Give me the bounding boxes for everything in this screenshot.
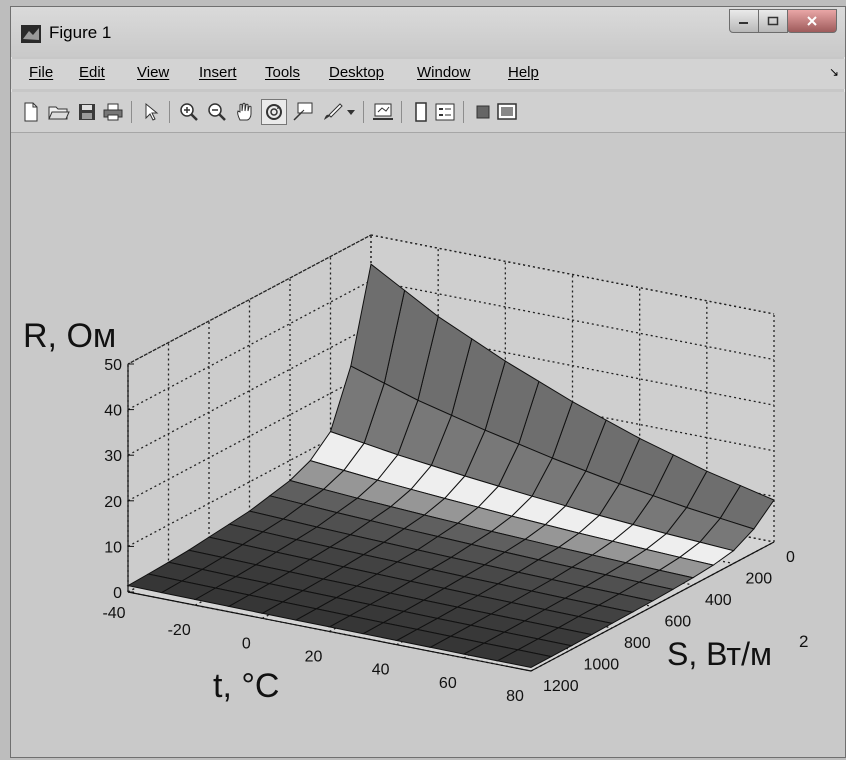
hand-pan-icon	[237, 102, 252, 121]
figure-canvas[interactable]: 0 10 20 30 40 50 -40 -20 0 20 40 60 80 0 200 400 600 800 1…	[11, 133, 845, 757]
z-axis-label: R, Ом	[23, 317, 116, 355]
dock-arrow-icon[interactable]: ↘	[829, 65, 839, 79]
z-tick-label: 0	[113, 585, 122, 602]
dropdown-arrow-icon	[347, 110, 355, 115]
z-tick-label: 20	[104, 494, 122, 511]
caption-buttons	[729, 9, 837, 33]
print-figure-button[interactable]	[101, 100, 125, 124]
zoom-in-icon	[180, 103, 198, 121]
toolbar-separator	[169, 101, 170, 123]
open-file-button[interactable]	[47, 100, 71, 124]
maximize-icon	[767, 16, 779, 26]
y-tick-label: 200	[746, 571, 773, 588]
legend-icon	[435, 103, 455, 121]
show-plot-tools-icon	[497, 103, 517, 120]
hide-plot-tools-button[interactable]	[471, 100, 495, 124]
toolbar-separator	[131, 101, 132, 123]
data-cursor-button[interactable]	[291, 100, 315, 124]
save-figure-button[interactable]	[75, 100, 99, 124]
z-tick-label: 30	[104, 448, 122, 465]
save-disk-icon	[79, 104, 95, 120]
x-tick-label: 0	[242, 635, 251, 652]
zoom-out-button[interactable]	[205, 100, 229, 124]
toolbar-separator	[463, 101, 464, 123]
close-icon	[807, 16, 817, 26]
menu-tools[interactable]: Tools	[265, 64, 300, 81]
window-title: Figure 1	[49, 23, 112, 42]
x-tick-label: 40	[372, 662, 390, 679]
new-file-icon	[24, 102, 38, 122]
new-figure-button[interactable]	[19, 100, 43, 124]
zoom-in-button[interactable]	[177, 100, 201, 124]
link-plot-icon	[373, 103, 393, 120]
menu-edit[interactable]: Edit	[79, 64, 105, 81]
zoom-out-icon	[208, 103, 226, 121]
z-tick-label: 50	[104, 357, 122, 374]
printer-icon	[103, 103, 123, 121]
pointer-arrow-icon	[145, 102, 159, 121]
x-tick-label: -20	[168, 622, 191, 639]
colorbar-button[interactable]	[409, 100, 433, 124]
menu-insert[interactable]: Insert	[199, 64, 237, 81]
rotate-3d-button[interactable]	[261, 99, 287, 125]
x-axis-label: t, °C	[213, 667, 280, 705]
brush-icon	[324, 103, 343, 120]
data-cursor-icon	[293, 102, 313, 121]
show-plot-tools-button[interactable]	[495, 100, 519, 124]
brush-button[interactable]	[321, 100, 345, 124]
x-tick-label: 20	[305, 649, 323, 666]
figure-toolbar	[11, 92, 845, 133]
menu-window[interactable]: Window	[417, 64, 470, 81]
x-tick-label: -40	[102, 605, 125, 622]
x-tick-label: 80	[506, 688, 524, 705]
edit-plot-button[interactable]	[139, 100, 163, 124]
y-axis-label: S, Вт/м	[667, 636, 772, 672]
z-tick-label: 10	[104, 539, 122, 556]
menu-desktop[interactable]: Desktop	[329, 64, 384, 81]
figure-window: Figure 1 File Edit View Insert Tools Des…	[10, 6, 846, 758]
pan-button[interactable]	[233, 100, 257, 124]
close-button[interactable]	[787, 9, 837, 33]
surface-plot-axes[interactable]: 01020304050-40-2002040608002004006008001…	[11, 133, 845, 757]
minimize-button[interactable]	[729, 9, 759, 33]
x-tick-label: 60	[439, 675, 457, 692]
menu-help[interactable]: Help	[508, 64, 539, 81]
folder-open-icon	[48, 106, 70, 120]
y-tick-label: 0	[786, 549, 795, 566]
menu-bar: File Edit View Insert Tools Desktop Wind…	[11, 59, 845, 89]
z-tick-label: 40	[104, 403, 122, 420]
toolbar-separator	[363, 101, 364, 123]
link-plot-button[interactable]	[371, 100, 395, 124]
menu-file[interactable]: File	[29, 64, 53, 81]
maximize-button[interactable]	[758, 9, 788, 33]
colorbar-icon	[415, 102, 427, 122]
minimize-icon	[739, 22, 748, 24]
toolbar-separator	[401, 101, 402, 123]
y-tick-label: 800	[624, 635, 651, 652]
y-tick-label: 400	[705, 592, 732, 609]
brush-dropdown[interactable]	[345, 100, 357, 124]
legend-button[interactable]	[433, 100, 457, 124]
y-tick-label: 600	[665, 614, 692, 631]
y-axis-label-superscript: 2	[799, 632, 808, 651]
matlab-logo-icon	[21, 25, 41, 43]
y-tick-label: 1200	[543, 678, 579, 695]
hide-plot-tools-icon	[476, 105, 490, 119]
title-bar[interactable]: Figure 1	[11, 7, 845, 57]
menu-view[interactable]: View	[137, 64, 169, 81]
rotate-3d-icon	[266, 104, 282, 120]
y-tick-label: 1000	[584, 657, 620, 674]
